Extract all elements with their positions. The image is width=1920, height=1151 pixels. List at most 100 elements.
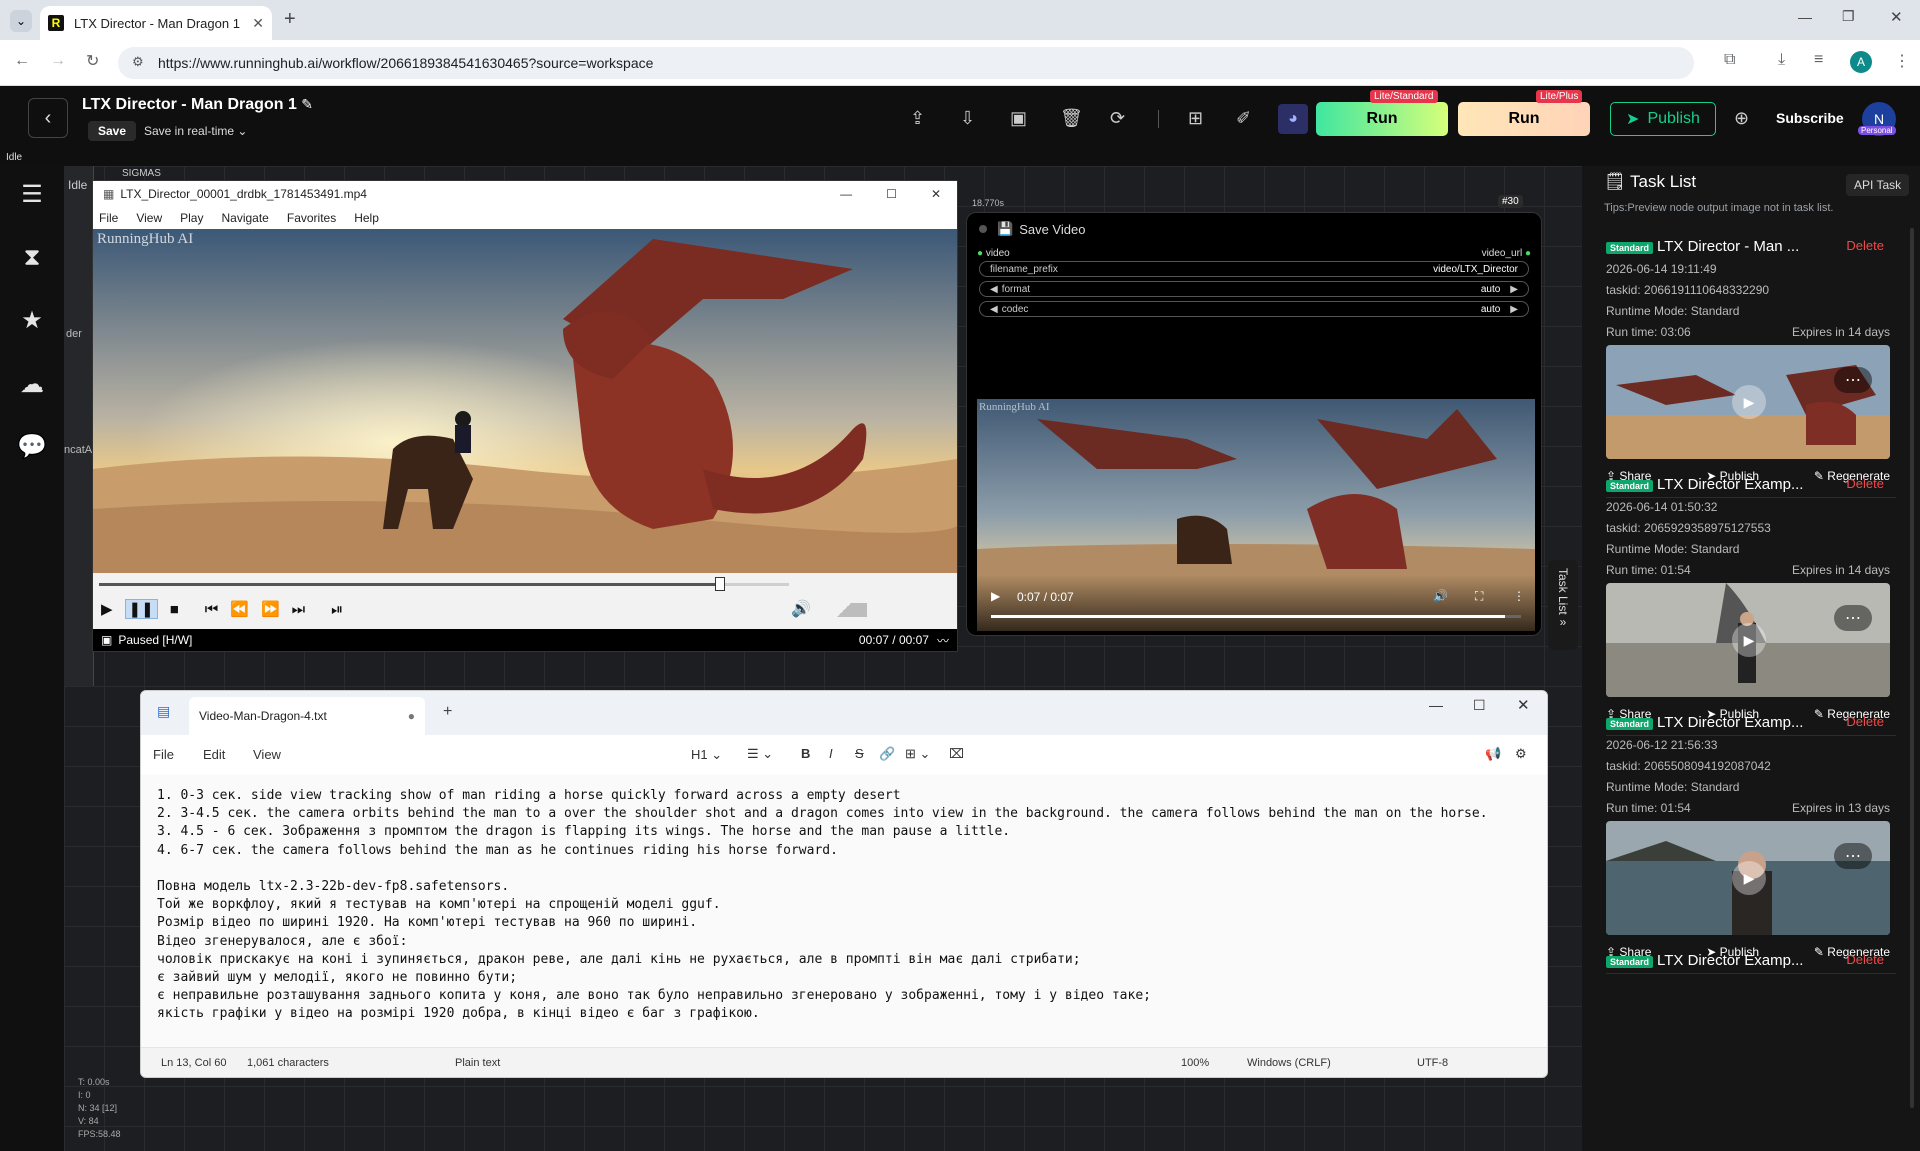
back-arrow-icon[interactable]: ← — [14, 52, 30, 70]
extensions-icon[interactable]: ⧉ — [1724, 51, 1735, 69]
preview-more-icon[interactable]: ⋮ — [1513, 589, 1525, 603]
notepad-minimize-icon[interactable]: — — [1429, 697, 1443, 713]
tab-search-chevron-icon[interactable]: ⌄ — [10, 10, 32, 32]
seek-thumb[interactable] — [715, 577, 725, 591]
thumbnail-play-icon[interactable]: ▶ — [1732, 385, 1766, 419]
task-list-side-tab[interactable]: Task List » — [1548, 560, 1578, 650]
seek-bar[interactable] — [99, 583, 789, 586]
delete-button[interactable]: Delete — [1846, 952, 1884, 967]
trash-icon[interactable]: 🗑 — [1060, 108, 1083, 129]
delete-button[interactable]: Delete — [1846, 238, 1884, 253]
reload-icon[interactable]: ↻ — [86, 51, 99, 71]
task-title[interactable]: LTX Director - Man ... — [1657, 238, 1799, 255]
menu-play[interactable]: Play — [180, 211, 203, 225]
unsaved-dot-icon[interactable]: ● — [408, 709, 415, 723]
field-format[interactable]: ◀ format auto ▶ — [979, 281, 1529, 297]
run-plus-button[interactable]: Run — [1458, 102, 1590, 136]
browser-tab-active[interactable]: R LTX Director - Man Dragon 1 ✕ — [40, 6, 272, 40]
save-video-node[interactable]: 💾 Save Video ● video video_url ● filenam… — [966, 212, 1542, 636]
next-icon[interactable]: ⏭ — [292, 601, 306, 618]
favorites-star-icon[interactable]: ★ — [18, 306, 46, 334]
video-frame[interactable]: RunningHub AI — [93, 229, 957, 573]
rewind-icon[interactable]: ⏪ — [230, 600, 249, 618]
preview-play-icon[interactable]: ▶ — [991, 589, 1000, 603]
task-panel-scrollbar[interactable] — [1910, 228, 1914, 1108]
task-title[interactable]: LTX Director Examp... — [1657, 714, 1803, 731]
heading-dropdown[interactable]: H1 ⌄ — [691, 747, 722, 763]
export-image-icon[interactable]: ▣ — [1010, 108, 1027, 129]
notepad-menu-edit[interactable]: Edit — [203, 747, 225, 762]
strikethrough-icon[interactable]: S — [855, 746, 864, 761]
document-list-icon[interactable]: ☰ — [18, 180, 46, 208]
task-card[interactable]: Standard LTX Director Examp... Delete — [1606, 952, 1896, 969]
play-icon[interactable]: ▶ — [101, 600, 113, 618]
task-card[interactable]: Standard LTX Director Examp... Delete 2026-… — [1606, 476, 1896, 736]
tab-close-icon[interactable]: ✕ — [252, 15, 264, 32]
thumbnail-more-icon[interactable]: ⋯ — [1834, 843, 1872, 869]
node-header[interactable]: 💾 Save Video — [967, 213, 1541, 245]
chat-icon[interactable]: 💬 — [17, 432, 47, 460]
input-video-slot[interactable]: ● video — [977, 248, 1010, 259]
task-title[interactable]: LTX Director Examp... — [1657, 952, 1803, 969]
cloud-icon[interactable]: ☁ — [18, 370, 46, 398]
clear-format-icon[interactable]: ⌧ — [949, 746, 964, 762]
edit-pencil-icon[interactable]: ✎ — [301, 96, 313, 112]
menu-view[interactable]: View — [136, 211, 162, 225]
task-card[interactable]: Standard LTX Director - Man ... Delete 2026… — [1606, 238, 1896, 498]
menu-navigate[interactable]: Navigate — [221, 211, 268, 225]
delete-button[interactable]: Delete — [1846, 476, 1884, 491]
task-card[interactable]: Standard LTX Director Examp... Delete 2026-… — [1606, 714, 1896, 974]
fast-forward-icon[interactable]: ⏩ — [261, 600, 280, 618]
field-filename-prefix[interactable]: filename_prefix video/LTX_Director — [979, 261, 1529, 277]
edit-note-icon[interactable]: ✐ — [1236, 108, 1251, 129]
notepad-new-tab-icon[interactable]: + — [443, 703, 452, 721]
volume-slider[interactable] — [821, 603, 867, 617]
table-icon[interactable]: ⊞ ⌄ — [905, 746, 930, 762]
italic-icon[interactable]: I — [829, 746, 833, 761]
thumbnail-play-icon[interactable]: ▶ — [1732, 623, 1766, 657]
stop-icon[interactable]: ■ — [170, 601, 179, 618]
subscribe-button[interactable]: Subscribe — [1776, 110, 1844, 126]
notepad-menu-view[interactable]: View — [253, 747, 281, 762]
browser-menu-icon[interactable]: ⋮ — [1894, 51, 1910, 71]
menu-file[interactable]: File — [99, 211, 118, 225]
window-close-icon[interactable]: ✕ — [1890, 8, 1903, 26]
task-thumbnail[interactable]: ▶ ⋯ — [1606, 583, 1890, 697]
player-close-icon[interactable]: ✕ — [931, 187, 941, 201]
language-globe-icon[interactable]: ⊕ — [1734, 108, 1749, 129]
discord-icon[interactable]: ◕ — [1278, 104, 1308, 134]
preview-fullscreen-icon[interactable]: ⛶ — [1475, 589, 1483, 604]
download-icon[interactable]: ⤓ — [1778, 51, 1785, 69]
notepad-settings-gear-icon[interactable]: ⚙ — [1515, 746, 1527, 762]
copilot-icon[interactable]: 📢 — [1485, 746, 1501, 762]
publish-button[interactable]: ➤ Publish — [1610, 102, 1716, 136]
window-restore-icon[interactable]: ❐ — [1842, 8, 1855, 25]
window-minimize-icon[interactable]: — — [1798, 9, 1812, 25]
profile-avatar[interactable]: A — [1850, 51, 1872, 73]
refresh-icon[interactable]: ⟳ — [1110, 108, 1125, 129]
previous-icon[interactable]: ⏮ — [205, 601, 219, 618]
site-info-icon[interactable]: ⚙ — [132, 54, 144, 70]
list-icon[interactable]: ☰ ⌄ — [747, 746, 773, 762]
node-tree-icon[interactable]: ⧗ — [18, 244, 46, 272]
encoding[interactable]: UTF-8 — [1417, 1057, 1448, 1069]
node-collapse-dot[interactable] — [979, 225, 987, 233]
node-video-preview[interactable]: RunningHub AI ▶ 0:07 / 0:07 🔊 ⛶ ⋮ — [977, 399, 1535, 631]
field-codec[interactable]: ◀ codec auto ▶ — [979, 301, 1529, 317]
save-mode-dropdown[interactable]: Save in real-time ⌄ — [144, 124, 247, 138]
thumbnail-more-icon[interactable]: ⋯ — [1834, 605, 1872, 631]
output-video-url-slot[interactable]: video_url ● — [1482, 248, 1531, 259]
run-standard-button[interactable]: Run — [1316, 102, 1448, 136]
menu-favorites[interactable]: Favorites — [287, 211, 336, 225]
upload-cloud-icon[interactable]: ⇪ — [910, 108, 925, 129]
download-cloud-icon[interactable]: ⇩ — [960, 108, 975, 129]
thumbnail-more-icon[interactable]: ⋯ — [1834, 367, 1872, 393]
notepad-tab[interactable]: Video-Man-Dragon-4.txt ● — [189, 697, 425, 735]
link-icon[interactable]: 🔗 — [879, 746, 895, 762]
forward-arrow-icon[interactable]: → — [50, 52, 66, 70]
media-player-titlebar[interactable]: ▦ LTX_Director_00001_drdbk_1781453491.mp… — [93, 181, 957, 207]
notepad-close-icon[interactable]: ✕ — [1517, 696, 1530, 714]
new-tab-plus-icon[interactable]: + — [284, 8, 296, 31]
zoom-level[interactable]: 100% — [1181, 1057, 1209, 1069]
save-button[interactable]: Save — [88, 121, 137, 141]
